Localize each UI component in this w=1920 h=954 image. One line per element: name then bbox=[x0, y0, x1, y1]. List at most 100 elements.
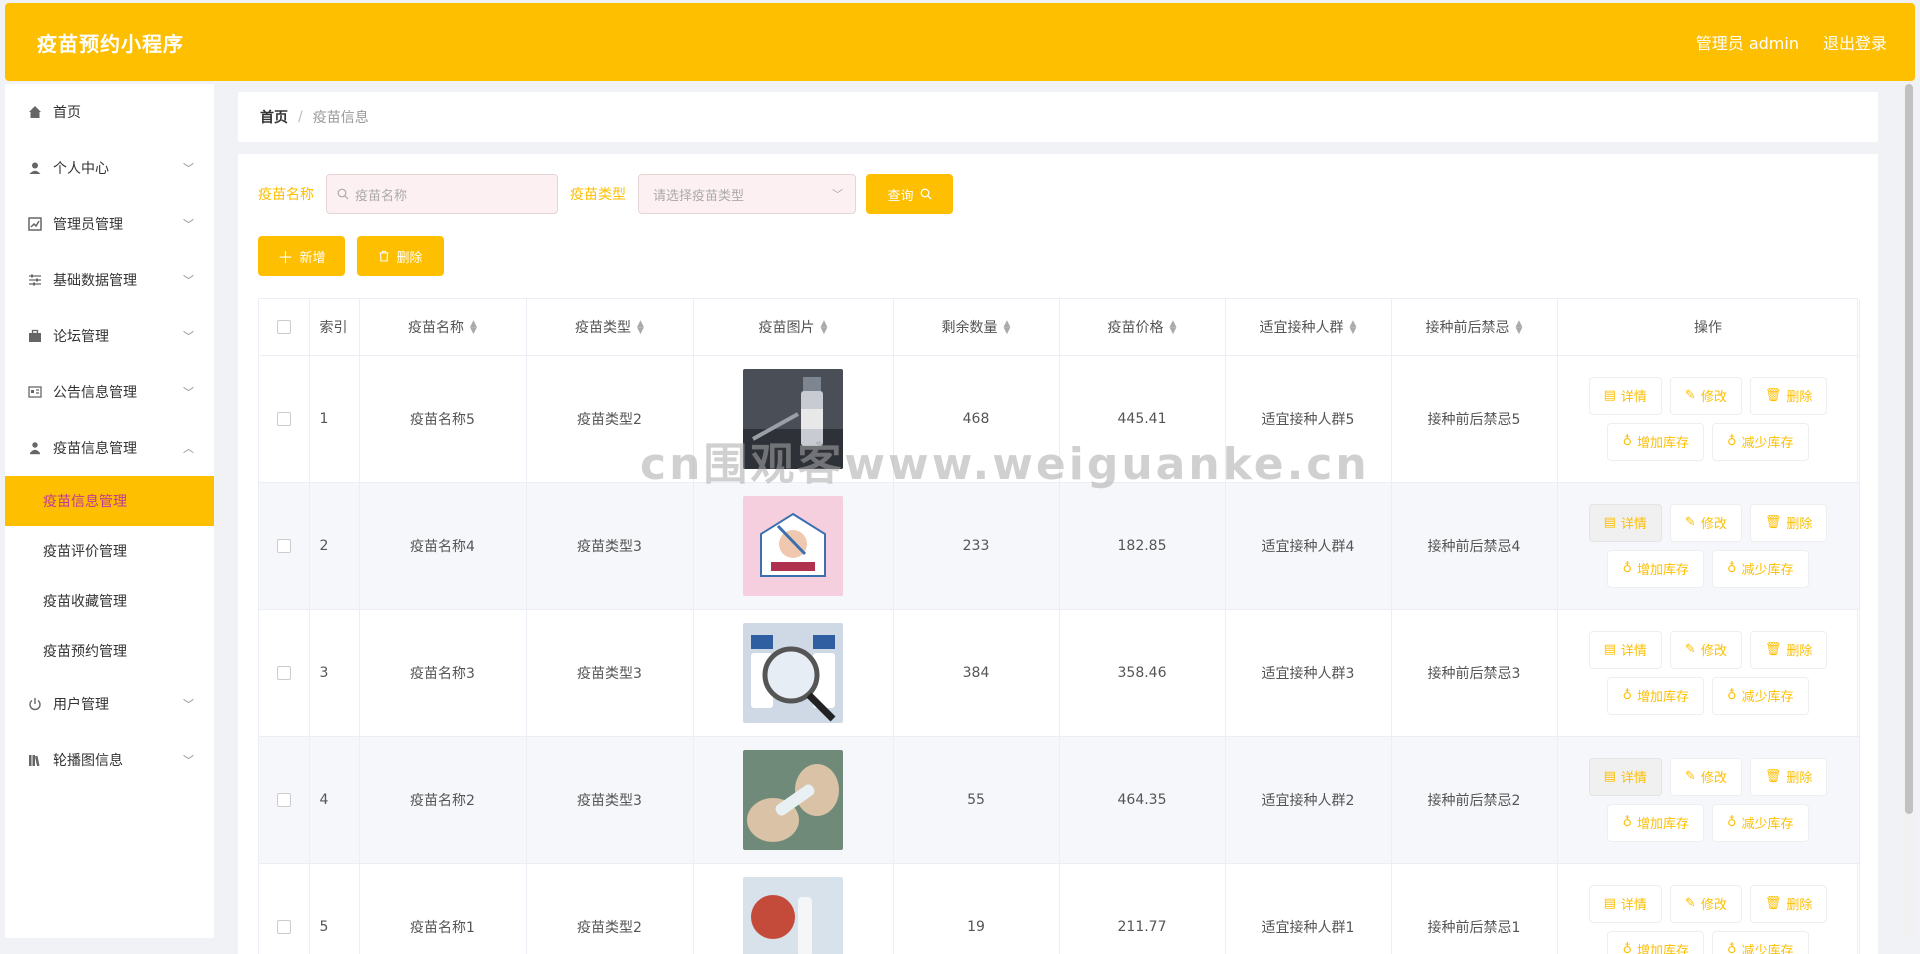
add-stock-button[interactable]: ♁增加库存 bbox=[1607, 677, 1704, 715]
edit-button[interactable]: ✎修改 bbox=[1670, 758, 1742, 796]
col-header-index: 索引 bbox=[309, 299, 359, 355]
sidebar-item-basedata[interactable]: 基础数据管理 ﹀ bbox=[5, 252, 214, 308]
cell-crowd: 适宜接种人群4 bbox=[1225, 482, 1391, 609]
col-header-image[interactable]: 疫苗图片▲▼ bbox=[693, 299, 893, 355]
row-checkbox[interactable] bbox=[277, 920, 291, 934]
page-scrollbar[interactable] bbox=[1903, 82, 1915, 938]
scrollbar-thumb[interactable] bbox=[1905, 84, 1913, 814]
sliders-icon bbox=[27, 272, 43, 288]
sort-icon[interactable]: ▲▼ bbox=[470, 321, 477, 335]
cell-type: 疫苗类型2 bbox=[526, 863, 693, 954]
delete-button[interactable]: 🗑删除 bbox=[1750, 631, 1828, 669]
vaccine-image[interactable] bbox=[743, 877, 843, 954]
home-icon bbox=[27, 104, 43, 120]
detail-button[interactable]: ▤详情 bbox=[1589, 504, 1662, 542]
col-header-taboo[interactable]: 接种前后禁忌▲▼ bbox=[1391, 299, 1557, 355]
breadcrumb-home[interactable]: 首页 bbox=[260, 107, 288, 127]
bulb-icon: ♁ bbox=[1727, 815, 1737, 830]
row-checkbox[interactable] bbox=[277, 539, 291, 553]
sidebar-item-vaccine[interactable]: 疫苗信息管理 ︿ bbox=[5, 420, 214, 476]
delete-button[interactable]: 🗑删除 bbox=[1750, 758, 1828, 796]
logout-link[interactable]: 退出登录 bbox=[1823, 30, 1887, 54]
col-header-crowd[interactable]: 适宜接种人群▲▼ bbox=[1225, 299, 1391, 355]
table-row: 2 疫苗名称4 疫苗类型3 233 bbox=[259, 482, 1859, 609]
sidebar-item-forum[interactable]: 论坛管理 ﹀ bbox=[5, 308, 214, 364]
reduce-stock-button[interactable]: ♁减少库存 bbox=[1712, 931, 1809, 954]
sidebar-item-label: 用户管理 bbox=[53, 694, 109, 714]
add-stock-button[interactable]: ♁增加库存 bbox=[1607, 804, 1704, 842]
detail-button[interactable]: ▤详情 bbox=[1589, 631, 1662, 669]
edit-button[interactable]: ✎修改 bbox=[1670, 631, 1742, 669]
sort-icon[interactable]: ▲▼ bbox=[1516, 321, 1523, 335]
submenu-vaccine-info[interactable]: 疫苗信息管理 bbox=[5, 476, 214, 526]
sort-icon[interactable]: ▲▼ bbox=[1170, 321, 1177, 335]
document-icon: ▤ bbox=[1604, 388, 1616, 403]
add-button[interactable]: ＋ 新增 bbox=[258, 236, 345, 276]
add-stock-button[interactable]: ♁增加库存 bbox=[1607, 550, 1704, 588]
add-stock-button[interactable]: ♁增加库存 bbox=[1607, 423, 1704, 461]
detail-button[interactable]: ▤详情 bbox=[1589, 758, 1662, 796]
vaccine-name-input[interactable]: 疫苗名称 bbox=[326, 174, 558, 214]
chevron-down-icon: ﹀ bbox=[183, 328, 194, 344]
submenu-vaccine-booking[interactable]: 疫苗预约管理 bbox=[5, 626, 214, 676]
chart-icon bbox=[27, 216, 43, 232]
add-stock-button[interactable]: ♁增加库存 bbox=[1607, 931, 1704, 954]
trash-icon: 🗑 bbox=[1765, 642, 1782, 657]
row-checkbox[interactable] bbox=[277, 793, 291, 807]
edit-button[interactable]: ✎修改 bbox=[1670, 377, 1742, 415]
sidebar-item-home[interactable]: 首页 bbox=[5, 84, 214, 140]
sort-icon[interactable]: ▲▼ bbox=[821, 321, 828, 335]
delete-button[interactable]: 🗑删除 bbox=[1750, 885, 1828, 923]
reduce-stock-button[interactable]: ♁减少库存 bbox=[1712, 423, 1809, 461]
sidebar-item-label: 疫苗信息管理 bbox=[53, 438, 137, 458]
sidebar-item-users[interactable]: 用户管理 ﹀ bbox=[5, 676, 214, 732]
col-header-price[interactable]: 疫苗价格▲▼ bbox=[1059, 299, 1225, 355]
sidebar-item-admins[interactable]: 管理员管理 ﹀ bbox=[5, 196, 214, 252]
vaccine-name-label: 疫苗名称 bbox=[258, 184, 314, 204]
reduce-stock-button[interactable]: ♁减少库存 bbox=[1712, 550, 1809, 588]
row-checkbox[interactable] bbox=[277, 666, 291, 680]
reduce-stock-label: 减少库存 bbox=[1742, 813, 1794, 832]
sort-icon[interactable]: ▲▼ bbox=[1004, 321, 1011, 335]
reduce-stock-button[interactable]: ♁ 减少库存 bbox=[1712, 804, 1809, 842]
submenu-vaccine-review[interactable]: 疫苗评价管理 bbox=[5, 526, 214, 576]
cell-ops: ▤详情 ✎修改 🗑删除 ♁增加库存 ♁ 减少库存 bbox=[1557, 736, 1859, 863]
document-icon: ▤ bbox=[1604, 769, 1616, 784]
delete-button[interactable]: 🗑删除 bbox=[1750, 377, 1828, 415]
vaccine-image[interactable] bbox=[743, 496, 843, 596]
sort-icon[interactable]: ▲▼ bbox=[1350, 321, 1357, 335]
cell-index: 2 bbox=[309, 482, 359, 609]
reduce-stock-button[interactable]: ♁减少库存 bbox=[1712, 677, 1809, 715]
col-header-name[interactable]: 疫苗名称▲▼ bbox=[359, 299, 526, 355]
trash-icon: 🗑 bbox=[1765, 769, 1782, 784]
vaccine-type-select[interactable]: 请选择疫苗类型 ﹀ bbox=[638, 174, 856, 214]
sidebar-item-notice[interactable]: 公告信息管理 ﹀ bbox=[5, 364, 214, 420]
delete-button[interactable]: 🗑删除 bbox=[1750, 504, 1828, 542]
card-icon bbox=[27, 384, 43, 400]
bulk-delete-button[interactable]: 删除 bbox=[357, 236, 444, 276]
detail-button[interactable]: ▤详情 bbox=[1589, 377, 1662, 415]
user-icon bbox=[27, 160, 43, 176]
cell-ops: ▤详情 ✎修改 🗑删除 ♁增加库存 ♁减少库存 bbox=[1557, 863, 1859, 954]
pencil-icon: ✎ bbox=[1685, 388, 1696, 403]
edit-button[interactable]: ✎修改 bbox=[1670, 504, 1742, 542]
col-header-type[interactable]: 疫苗类型▲▼ bbox=[526, 299, 693, 355]
detail-button[interactable]: ▤详情 bbox=[1589, 885, 1662, 923]
cell-price: 211.77 bbox=[1059, 863, 1225, 954]
edit-button[interactable]: ✎修改 bbox=[1670, 885, 1742, 923]
submenu-vaccine-favorite[interactable]: 疫苗收藏管理 bbox=[5, 576, 214, 626]
sidebar-item-carousel[interactable]: 轮播图信息 ﹀ bbox=[5, 732, 214, 788]
pencil-icon: ✎ bbox=[1685, 642, 1696, 657]
vaccine-image[interactable] bbox=[743, 750, 843, 850]
vaccine-image[interactable] bbox=[743, 369, 843, 469]
power-icon bbox=[27, 696, 43, 712]
admin-user-label[interactable]: 管理员 admin bbox=[1696, 30, 1799, 54]
sort-icon[interactable]: ▲▼ bbox=[637, 321, 644, 335]
query-button[interactable]: 查询 bbox=[866, 174, 953, 214]
edit-label: 修改 bbox=[1701, 767, 1727, 786]
row-checkbox[interactable] bbox=[277, 412, 291, 426]
col-header-stock[interactable]: 剩余数量▲▼ bbox=[893, 299, 1059, 355]
select-all-checkbox[interactable] bbox=[277, 320, 291, 334]
vaccine-image[interactable] bbox=[743, 623, 843, 723]
sidebar-item-profile[interactable]: 个人中心 ﹀ bbox=[5, 140, 214, 196]
